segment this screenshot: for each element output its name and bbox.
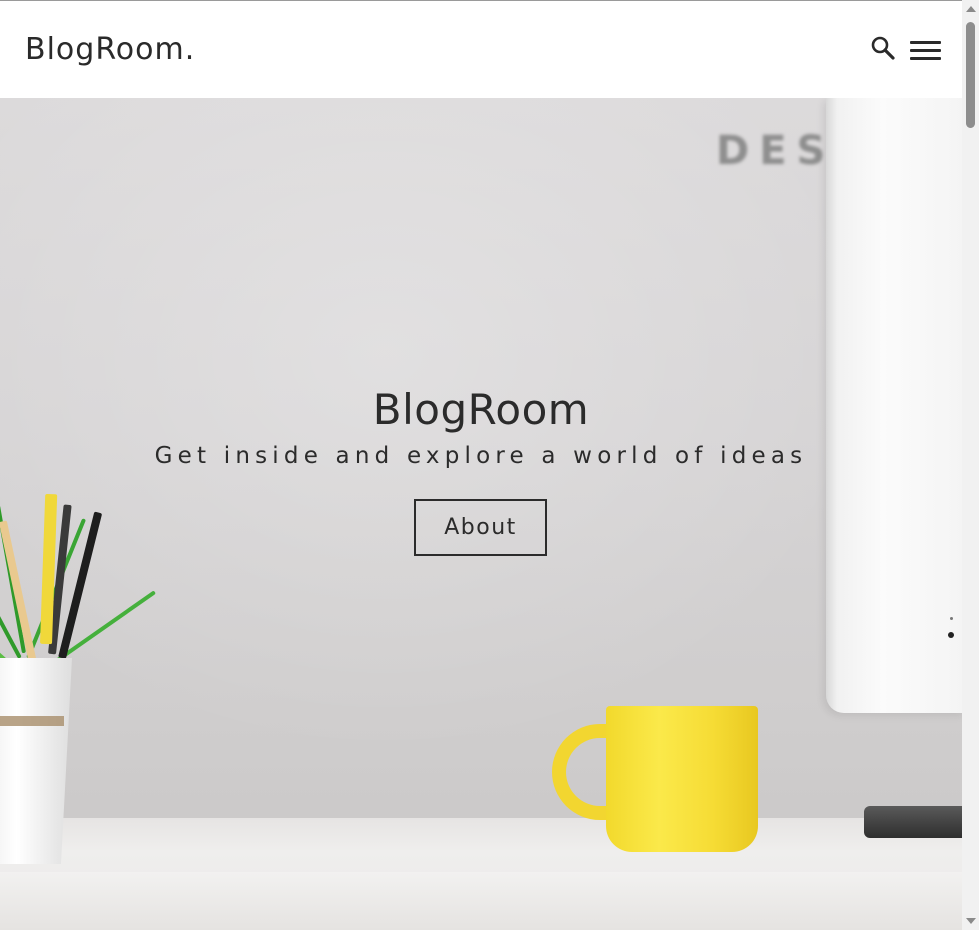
about-button[interactable]: About <box>414 499 547 556</box>
pot-twine <box>0 716 64 726</box>
plant-pot <box>0 658 72 864</box>
background-wall-text: DES <box>716 128 836 174</box>
vertical-scrollbar[interactable] <box>962 0 979 930</box>
scroll-up-arrow-icon[interactable] <box>966 6 976 12</box>
hamburger-line <box>910 57 941 60</box>
search-button[interactable] <box>870 35 896 63</box>
desk-edge <box>0 872 962 930</box>
site-header: BlogRoom. <box>0 1 962 98</box>
hero-subtitle: Get inside and explore a world of ideas <box>154 443 808 469</box>
search-icon <box>871 36 895 60</box>
scroll-down-arrow-icon[interactable] <box>966 918 976 924</box>
hero-section: DES BlogRoom Get inside and explore a wo… <box>0 98 962 930</box>
monitor-light <box>948 632 954 638</box>
hamburger-menu-button[interactable] <box>908 39 942 63</box>
scrollbar-thumb[interactable] <box>966 22 975 128</box>
hamburger-menu-icon <box>910 41 941 44</box>
background-keyboard <box>864 806 962 838</box>
monitor-light <box>950 617 953 620</box>
yellow-mug <box>606 706 758 852</box>
hero-title: BlogRoom <box>372 385 590 434</box>
site-logo[interactable]: BlogRoom. <box>25 32 195 67</box>
hamburger-line <box>910 49 941 52</box>
